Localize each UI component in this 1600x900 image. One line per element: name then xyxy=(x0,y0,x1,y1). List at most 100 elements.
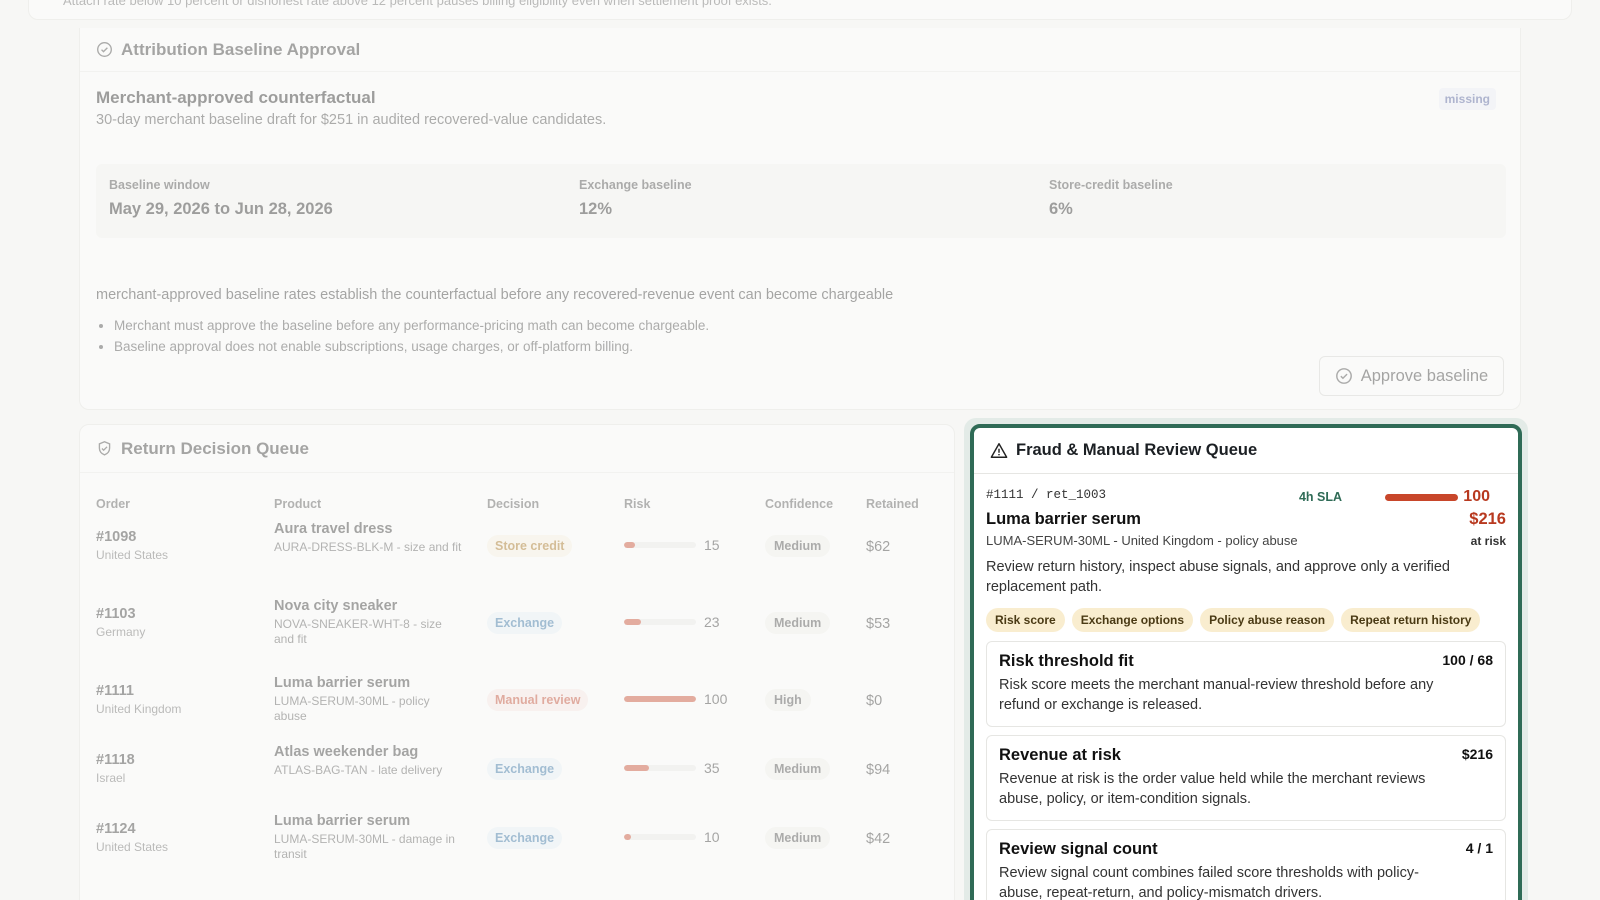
review-case[interactable]: #1111 / ret_1003 4h SLA 100 $216 at risk… xyxy=(986,488,1506,632)
settlement-note: Attach rate below 10 percent or dishones… xyxy=(63,0,772,8)
baseline-rules: Merchant must approve the baseline befor… xyxy=(114,318,709,360)
reason-value: 100 / 68 xyxy=(1442,652,1493,668)
metric-value: May 29, 2026 to Jun 28, 2026 xyxy=(109,200,333,218)
settlement-card: Attach rate below 10 percent or dishones… xyxy=(28,0,1572,20)
retained-cell: $42 xyxy=(866,830,890,848)
product-cell: Nova city sneaker NOVA-SNEAKER-WHT-8 - si… xyxy=(274,598,464,647)
risk-bar xyxy=(624,541,696,548)
confidence-badge: High xyxy=(765,689,811,711)
baseline-metrics: Baseline window May 29, 2026 to Jun 28, … xyxy=(96,164,1506,238)
order-country: Germany xyxy=(96,625,146,639)
retained-cell: $62 xyxy=(866,538,890,556)
signal-chips: Risk score Exchange options Policy abuse… xyxy=(986,607,1506,632)
confidence-cell: Medium xyxy=(765,827,831,849)
risk-bar xyxy=(624,833,696,840)
risk-cell: 100 xyxy=(624,690,727,708)
fraud-review-panel: Fraud & Manual Review Queue #1111 / ret_… xyxy=(970,424,1522,900)
metric-value: 6% xyxy=(1049,200,1073,218)
risk-cell: 23 xyxy=(624,613,720,631)
col-risk: Risk xyxy=(624,497,651,511)
confidence-badge: Medium xyxy=(765,827,831,849)
order-cell: #1111 United Kingdom xyxy=(96,683,181,716)
order-id: #1098 xyxy=(96,529,137,545)
col-product: Product xyxy=(274,497,322,511)
reason-card-review-signal-count: Review signal count 4 / 1 Review signal … xyxy=(986,829,1506,900)
product-name: Aura travel dress xyxy=(274,521,393,537)
reason-title: Risk threshold fit xyxy=(999,652,1134,670)
product-sku: AURA-DRESS-BLK-M - size and fit xyxy=(274,540,462,554)
product-cell: Luma barrier serum LUMA-SERUM-30ML - dama… xyxy=(274,813,464,862)
reason-value: 4 / 1 xyxy=(1465,840,1493,856)
risk-value: 35 xyxy=(704,759,720,776)
reason-description: Risk score meets the merchant manual-rev… xyxy=(999,677,1434,714)
decision-cell: Manual review xyxy=(487,689,589,711)
chip-risk-score: Risk score xyxy=(986,607,1065,632)
retained-value: $53 xyxy=(866,616,891,632)
retained-value: $0 xyxy=(866,693,883,709)
counterfactual-heading: Merchant-approved counterfactual xyxy=(96,88,376,107)
case-meta: LUMA-SERUM-30ML - United Kingdom - polic… xyxy=(986,533,1298,548)
attribution-baseline-panel: Attribution Baseline Approval Merchant-a… xyxy=(79,28,1521,410)
order-country: Israel xyxy=(96,771,126,785)
return-decision-queue: Return Decision Queue Order Product Deci… xyxy=(79,424,955,900)
product-name: Luma barrier serum xyxy=(274,813,411,829)
retained-cell: $53 xyxy=(866,615,890,633)
order-country: United States xyxy=(96,840,169,854)
rule-item: Baseline approval does not enable subscr… xyxy=(114,339,709,354)
confidence-cell: Medium xyxy=(765,535,831,557)
retained-value: $62 xyxy=(866,539,891,555)
metric-exchange-baseline: Exchange baseline 12% xyxy=(566,164,1036,238)
retained-value: $42 xyxy=(866,831,891,847)
reason-title: Review signal count xyxy=(999,840,1158,858)
product-sku: ATLAS-BAG-TAN - late delivery xyxy=(274,763,443,777)
check-circle-icon xyxy=(1335,367,1353,385)
decision-badge: Manual review xyxy=(487,689,589,711)
reason-value: $216 xyxy=(1461,746,1493,762)
decision-badge: Exchange xyxy=(487,758,563,780)
baseline-rationale: merchant-approved baseline rates establi… xyxy=(96,287,894,303)
product-sku: LUMA-SERUM-30ML - damage in transit xyxy=(274,832,455,861)
approve-baseline-button[interactable]: Approve baseline xyxy=(1319,356,1504,396)
risk-cell: 10 xyxy=(624,828,720,846)
product-sku: LUMA-SERUM-30ML - policy abuse xyxy=(274,694,430,723)
chip-policy-abuse-reason: Policy abuse reason xyxy=(1200,607,1335,632)
confidence-badge: Medium xyxy=(765,535,831,557)
risk-bar xyxy=(624,695,696,702)
metric-baseline-window: Baseline window May 29, 2026 to Jun 28, … xyxy=(96,164,566,238)
decision-cell: Exchange xyxy=(487,758,563,780)
confidence-cell: Medium xyxy=(765,758,831,780)
order-id: #1103 xyxy=(96,606,136,622)
rule-item: Merchant must approve the baseline befor… xyxy=(114,318,709,333)
queue-title: Return Decision Queue xyxy=(121,438,309,458)
decision-badge: Exchange xyxy=(487,612,563,634)
status-badge: missing xyxy=(1438,88,1496,110)
reason-description: Review signal count combines failed scor… xyxy=(999,865,1419,900)
check-circle-icon xyxy=(96,41,113,58)
order-country: United Kingdom xyxy=(96,702,182,716)
product-name: Nova city sneaker xyxy=(274,598,398,614)
confidence-cell: Medium xyxy=(765,612,831,634)
product-name: Atlas weekender bag xyxy=(274,744,419,760)
counterfactual-description: 30-day merchant baseline draft for $251 … xyxy=(96,112,607,128)
metric-label: Baseline window xyxy=(109,178,210,192)
sla-label: 4h SLA xyxy=(1298,490,1342,504)
order-country: United States xyxy=(96,548,169,562)
risk-value: 10 xyxy=(704,828,720,845)
product-cell: Aura travel dress AURA-DRESS-BLK-M - size… xyxy=(274,521,464,555)
risk-cell: 35 xyxy=(624,759,720,777)
decision-cell: Exchange xyxy=(487,827,563,849)
decision-badge: Exchange xyxy=(487,827,563,849)
decision-badge: Store credit xyxy=(487,535,573,557)
order-id: #1111 xyxy=(96,683,134,699)
case-description: Review return history, inspect abuse sig… xyxy=(986,559,1450,596)
order-cell: #1118 Israel xyxy=(96,752,135,785)
reason-description: Revenue at risk is the order value held … xyxy=(999,771,1426,808)
order-cell: #1103 Germany xyxy=(96,606,145,639)
amount-at-risk: $216 xyxy=(1469,510,1506,528)
queue-table-header: Order Product Decision Risk Confidence R… xyxy=(80,489,954,521)
sla-progress-bar xyxy=(1385,494,1458,501)
product-cell: Atlas weekender bag ATLAS-BAG-TAN - late … xyxy=(274,744,464,778)
attribution-header: Attribution Baseline Approval xyxy=(80,28,1520,72)
risk-score: 100 xyxy=(1463,488,1490,505)
product-name: Luma barrier serum xyxy=(274,675,411,691)
